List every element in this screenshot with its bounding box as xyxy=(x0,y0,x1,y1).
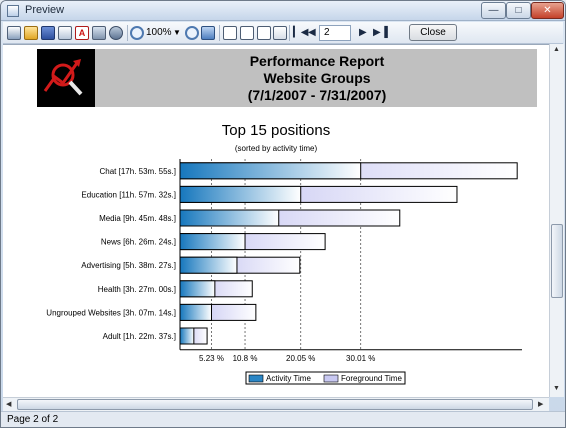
print-icon[interactable] xyxy=(7,26,21,40)
single-page-icon[interactable] xyxy=(223,26,237,40)
bar-activity-time xyxy=(179,280,216,298)
export-icon[interactable] xyxy=(58,26,72,40)
vertical-scrollbar[interactable]: ▲ ▼ xyxy=(549,44,564,397)
bar-chart: Chat [17h. 53m. 55s.] Education [11h. 57m… xyxy=(46,159,522,385)
scroll-up-icon[interactable]: ▲ xyxy=(553,46,560,53)
fit-icon[interactable] xyxy=(201,26,215,40)
two-page-icon[interactable] xyxy=(240,26,254,40)
toolbar: A 100% ▼ ▎◀ ◀ 2 ▶ ▶▐ Close xyxy=(3,22,563,44)
x-tick-label: 10.8 % xyxy=(233,354,258,363)
multi-page-icon[interactable] xyxy=(257,26,271,40)
category-label: Advertising [5h. 38m. 27s.] xyxy=(81,261,176,270)
category-label: Chat [17h. 53m. 55s.] xyxy=(100,167,177,176)
last-page-icon[interactable]: ▶▐ xyxy=(373,25,388,41)
x-tick-label: 20.05 % xyxy=(286,354,315,363)
pdf-icon[interactable]: A xyxy=(75,26,89,40)
bar-activity-time xyxy=(179,185,302,203)
bar-activity-time xyxy=(179,233,246,251)
vertical-scroll-thumb[interactable] xyxy=(551,224,563,298)
open-icon[interactable] xyxy=(24,26,38,40)
horizontal-scrollbar[interactable]: ◀ ▶ xyxy=(3,397,549,411)
legend-swatch-foreground xyxy=(323,374,339,383)
page-status: Page 2 of 2 xyxy=(7,414,59,425)
preview-window: Preview — □ ✕ A 100% ▼ ▎◀ ◀ 2 ▶ ▶▐ Close xyxy=(0,0,566,428)
scroll-left-icon[interactable]: ◀ xyxy=(6,400,11,408)
zoom-out-icon[interactable] xyxy=(185,26,199,40)
setup-icon[interactable] xyxy=(92,26,106,40)
window-close-button[interactable]: ✕ xyxy=(531,2,564,19)
horizontal-scroll-thumb[interactable] xyxy=(17,399,533,410)
next-page-icon[interactable]: ▶ xyxy=(359,25,367,41)
legend-swatch-activity xyxy=(248,374,264,383)
close-button[interactable]: Close xyxy=(409,24,457,41)
bar-activity-time xyxy=(179,303,212,321)
bar-activity-time xyxy=(179,256,238,274)
report-viewport: Performance Report Website Groups (7/1/2… xyxy=(3,44,549,397)
maximize-button[interactable]: □ xyxy=(506,2,531,19)
category-label: Adult [1h. 22m. 37s.] xyxy=(103,332,176,341)
zoom-in-icon[interactable] xyxy=(130,26,144,40)
legend-label-activity: Activity Time xyxy=(266,374,311,383)
category-label: News [6h. 26m. 24s.] xyxy=(101,238,176,247)
prev-page-icon[interactable]: ◀ xyxy=(308,25,316,41)
category-label: Ungrouped Websites [3h. 07m. 14s.] xyxy=(46,308,176,317)
bar-activity-time xyxy=(179,162,362,180)
legend-label-foreground: Foreground Time xyxy=(341,374,402,383)
category-label: Health [3h. 27m. 00s.] xyxy=(98,285,176,294)
zoom-dropdown-icon[interactable]: ▼ xyxy=(173,25,181,41)
status-bar: Page 2 of 2 xyxy=(1,411,565,427)
window-title: Preview xyxy=(25,4,65,16)
save-icon[interactable] xyxy=(41,26,55,40)
first-page-icon[interactable]: ▎◀ xyxy=(293,25,308,41)
bar-activity-time xyxy=(179,327,195,345)
page-number-input[interactable]: 2 xyxy=(319,25,351,41)
title-bar: Preview — □ ✕ xyxy=(1,1,565,21)
minimize-button[interactable]: — xyxy=(481,2,506,19)
category-label: Education [11h. 57m. 32s.] xyxy=(81,190,176,199)
find-icon[interactable] xyxy=(109,26,123,40)
edit-icon[interactable] xyxy=(273,26,287,40)
scroll-down-icon[interactable]: ▼ xyxy=(553,385,560,392)
app-icon xyxy=(7,5,19,17)
category-label: Media [9h. 45m. 48s.] xyxy=(99,214,176,223)
x-tick-label: 5.23 % xyxy=(199,354,224,363)
scroll-right-icon[interactable]: ▶ xyxy=(538,400,543,408)
x-tick-label: 30.01 % xyxy=(346,354,375,363)
bar-activity-time xyxy=(179,209,280,227)
